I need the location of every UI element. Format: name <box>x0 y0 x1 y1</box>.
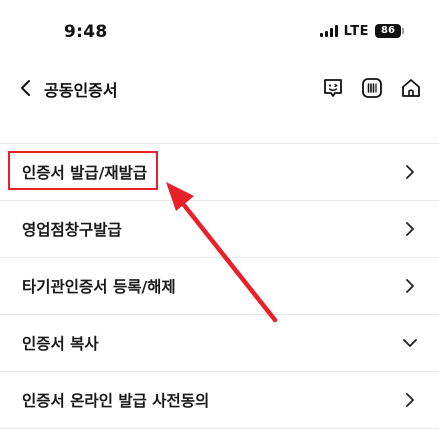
app-header: 공동인증서 <box>0 66 439 110</box>
barcode-icon <box>362 78 382 98</box>
chevron-right-icon <box>403 165 417 179</box>
chat-bot-icon <box>324 79 342 97</box>
battery-icon: 86 <box>375 24 404 38</box>
chevron-left-icon <box>21 80 30 96</box>
chevron-right-icon <box>403 393 417 407</box>
barcode-button[interactable] <box>358 74 386 102</box>
menu-item-other-institution[interactable]: 타기관인증서 등록/해제 <box>0 258 439 315</box>
signal-icon <box>319 25 338 37</box>
menu-item-label: 타기관인증서 등록/해제 <box>22 278 176 296</box>
menu-item-copy-certificate[interactable]: 인증서 복사 <box>0 315 439 372</box>
status-time: 9:48 <box>64 22 108 42</box>
menu-list: 인증서 발급/재발급 영업점창구발급 타기관인증서 등록/해제 인증서 복사 인… <box>0 143 439 429</box>
menu-item-label: 인증서 발급/재발급 <box>22 164 148 182</box>
chat-bot-button[interactable] <box>319 74 347 102</box>
menu-item-branch-issue[interactable]: 영업점창구발급 <box>0 201 439 258</box>
chevron-right-icon <box>403 222 417 236</box>
status-bar: 9:48 LTE 86 <box>0 0 439 60</box>
home-icon <box>402 79 420 97</box>
page-title: 공동인증서 <box>44 81 118 100</box>
chevron-right-icon <box>403 279 417 293</box>
menu-item-issue-reissue[interactable]: 인증서 발급/재발급 <box>0 144 439 201</box>
screen: 9:48 LTE 86 공동인증서 인증서 발급/재발급 영업점창구발급 타기관… <box>0 0 439 429</box>
menu-item-online-consent[interactable]: 인증서 온라인 발급 사전동의 <box>0 372 439 429</box>
menu-item-label: 인증서 온라인 발급 사전동의 <box>22 392 210 410</box>
chevron-down-icon <box>403 336 417 350</box>
menu-item-label: 인증서 복사 <box>22 335 99 353</box>
back-button[interactable] <box>12 74 40 102</box>
home-button[interactable] <box>397 74 425 102</box>
menu-item-label: 영업점창구발급 <box>22 221 122 239</box>
battery-level: 86 <box>381 25 395 36</box>
header-actions <box>319 74 425 102</box>
network-label: LTE <box>343 23 369 39</box>
status-indicators: LTE 86 <box>319 22 404 40</box>
